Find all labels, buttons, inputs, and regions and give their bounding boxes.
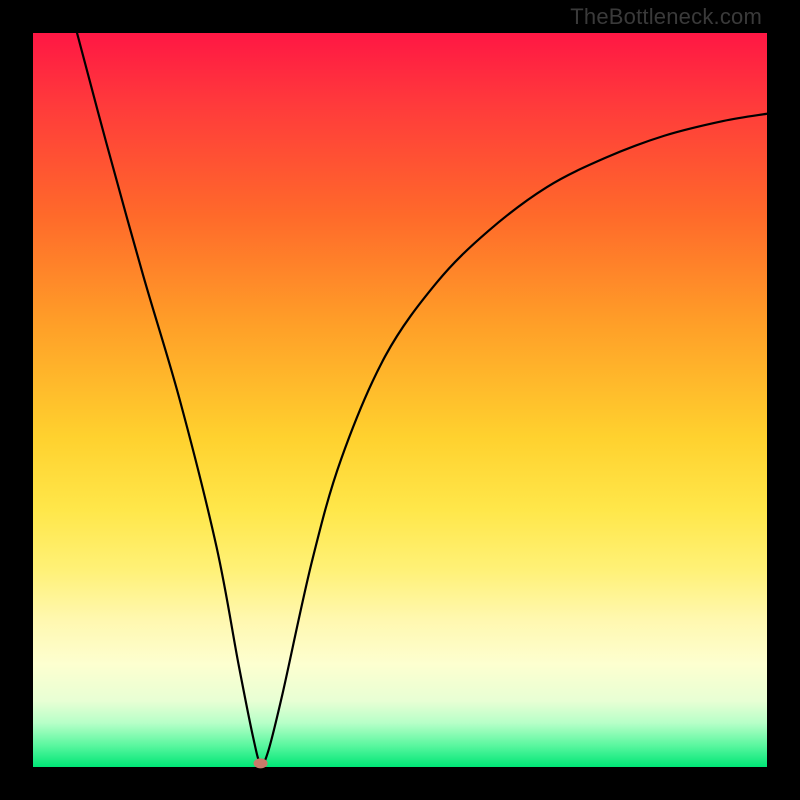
optimal-point-marker xyxy=(254,758,268,768)
watermark-text: TheBottleneck.com xyxy=(570,4,762,30)
chart-svg xyxy=(33,33,767,767)
bottleneck-curve xyxy=(77,33,767,764)
chart-frame: TheBottleneck.com xyxy=(0,0,800,800)
